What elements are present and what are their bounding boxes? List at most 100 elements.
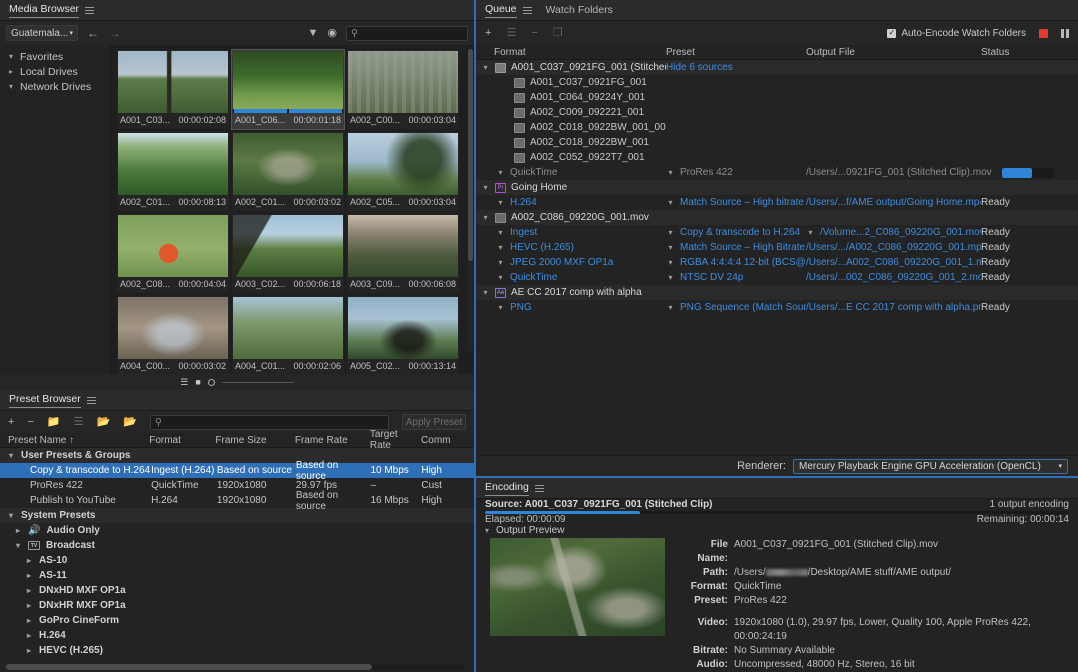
chevron-down-icon[interactable]: ▾	[666, 243, 675, 252]
queue-source-row[interactable]: A001_C064_09224Y_001	[476, 90, 1078, 105]
preset-group-system[interactable]: ▾ System Presets	[0, 508, 474, 523]
output-format[interactable]: H.264	[510, 197, 537, 208]
queue-group-row[interactable]: ▾ Pr Going Home	[476, 180, 1078, 195]
media-thumbnail[interactable]: A002_C01... 00:00:03:02	[232, 132, 344, 211]
media-thumbnail[interactable]: A002_C05... 00:00:03:04	[347, 132, 459, 211]
chevron-down-icon[interactable]: ▾	[483, 526, 491, 535]
panel-menu-icon[interactable]	[535, 483, 544, 494]
queue-list[interactable]: ▾ A001_C037_0921FG_001 (Stitched Clip) H…	[476, 60, 1078, 455]
output-file-path[interactable]: /Users/...002_C086_09220G_001_2.mov	[806, 272, 981, 283]
media-thumbnail-selected[interactable]: A001_C06... 00:00:01:18	[232, 50, 344, 129]
chevron-down-icon[interactable]: ▾	[496, 168, 505, 177]
output-preset[interactable]: Match Source – High Bitrate	[680, 242, 805, 253]
queue-output-row[interactable]: ▾ JPEG 2000 MXF OP1a ▾ RGBA 4:4:4:4 12-b…	[476, 255, 1078, 270]
preset-category-broadcast[interactable]: ▾ TV Broadcast	[0, 538, 474, 553]
preset-row[interactable]: ProRes 422 QuickTime 1920x1080 29.97 fps…	[0, 478, 474, 493]
column-format[interactable]: Format	[476, 47, 666, 58]
preset-category-h264[interactable]: ▸ H.264	[0, 628, 474, 643]
output-file-path[interactable]: /Users/...f/AME output/Going Home.mp4	[806, 197, 981, 208]
thumbnail-scrubber[interactable]	[233, 109, 343, 113]
queue-output-row[interactable]: ▾ Ingest ▾ Copy & transcode to H.264 ▾ /…	[476, 225, 1078, 240]
queue-source-row[interactable]: A002_C052_0922T7_001	[476, 150, 1078, 165]
output-preset[interactable]: Match Source – High bitrate	[680, 197, 804, 208]
column-preset-name[interactable]: Preset Name ↑	[0, 435, 149, 446]
preset-list-horizontal-scrollbar[interactable]	[6, 664, 464, 670]
output-format[interactable]: Ingest	[510, 227, 537, 238]
chevron-down-icon[interactable]: ▾	[7, 52, 15, 61]
chevron-right-icon[interactable]: ▸	[7, 67, 15, 76]
list-view-icon[interactable]: ☰	[180, 377, 188, 388]
apply-preset-button[interactable]: Apply Preset	[402, 414, 466, 430]
column-status[interactable]: Status	[981, 47, 1076, 58]
renderer-dropdown[interactable]: Mercury Playback Engine GPU Acceleration…	[793, 459, 1068, 474]
output-format[interactable]: QuickTime	[510, 272, 557, 283]
output-file-path[interactable]: /Users/...0921FG_001 (Stitched Clip).mov	[806, 167, 1002, 178]
chevron-down-icon[interactable]: ▾	[481, 288, 490, 297]
preset-category-as10[interactable]: ▸ AS-10	[0, 553, 474, 568]
output-format[interactable]: PNG	[510, 302, 532, 313]
preset-category-as11[interactable]: ▸ AS-11	[0, 568, 474, 583]
preset-group-user[interactable]: ▾ User Presets & Groups	[0, 448, 474, 463]
preset-row[interactable]: Copy & transcode to H.264 Ingest (H.264)…	[0, 463, 474, 478]
chevron-down-icon[interactable]: ▾	[7, 82, 15, 91]
media-thumbnail[interactable]: A002_C08... 00:00:04:04	[117, 214, 229, 293]
chevron-right-icon[interactable]: ▸	[14, 526, 22, 535]
pause-button[interactable]	[1061, 29, 1069, 38]
forward-arrow-icon[interactable]: →	[108, 27, 122, 39]
queue-output-row[interactable]: ▾ HEVC (H.265) ▾ Match Source – High Bit…	[476, 240, 1078, 255]
output-preset[interactable]: RGBA 4:4:4:4 12-bit (BCS@L5)	[680, 257, 806, 268]
preset-category-gopro[interactable]: ▸ GoPro CineForm	[0, 613, 474, 628]
tab-watch-folders[interactable]: Watch Folders	[546, 0, 613, 21]
queue-output-row-encoding[interactable]: ▾ QuickTime ▾ ProRes 422 /Users/...0921F…	[476, 165, 1078, 180]
column-comment[interactable]: Comm	[421, 435, 474, 446]
preset-category-dnxhd[interactable]: ▸ DNxHD MXF OP1a	[0, 583, 474, 598]
media-search-input[interactable]: ⚲	[346, 26, 468, 41]
queue-output-row[interactable]: ▾ QuickTime ▾ NTSC DV 24p /Users/...002_…	[476, 270, 1078, 285]
output-preview-header[interactable]: ▾ Output Preview	[476, 525, 1078, 536]
chevron-down-icon[interactable]: ▾	[806, 228, 815, 237]
queue-source-row[interactable]: A002_C009_092221_001	[476, 105, 1078, 120]
output-format[interactable]: HEVC (H.265)	[510, 242, 574, 253]
chevron-down-icon[interactable]: ▾	[496, 273, 505, 282]
media-thumbnail-grid[interactable]: A001_C03... 00:00:02:08 A001_C06...	[110, 45, 474, 374]
media-grid-scrollbar[interactable]	[468, 49, 473, 352]
delete-preset-icon[interactable]: −	[27, 417, 33, 428]
new-folder-icon[interactable]: 📁	[47, 417, 61, 428]
column-frame-size[interactable]: Frame Size	[215, 435, 294, 446]
new-preset-icon[interactable]: +	[8, 417, 14, 428]
preset-list[interactable]: ▾ User Presets & Groups Copy & transcode…	[0, 448, 474, 672]
tab-media-browser[interactable]: Media Browser	[9, 0, 94, 21]
chevron-down-icon[interactable]: ▾	[481, 63, 490, 72]
auto-encode-watch-folders-checkbox[interactable]: ✓ Auto-Encode Watch Folders	[887, 28, 1026, 39]
chevron-down-icon[interactable]: ▾	[7, 451, 15, 460]
media-thumbnail[interactable]: A003_C09... 00:00:06:08	[347, 214, 459, 293]
chevron-down-icon[interactable]: ▾	[481, 213, 490, 222]
tree-item-favorites[interactable]: ▾ Favorites	[0, 49, 110, 64]
output-preset[interactable]: NTSC DV 24p	[680, 272, 743, 283]
preset-settings-icon[interactable]: ☰	[74, 417, 84, 428]
chevron-down-icon[interactable]: ▾	[666, 228, 675, 237]
hide-sources-link[interactable]: Hide 6 sources	[666, 62, 786, 73]
column-format[interactable]: Format	[149, 435, 215, 446]
preset-category-hevc[interactable]: ▸ HEVC (H.265)	[0, 643, 474, 658]
preset-category-audio-only[interactable]: ▸ 🔊 Audio Only	[0, 523, 474, 538]
queue-group-row[interactable]: ▾ A002_C086_09220G_001.mov	[476, 210, 1078, 225]
preset-row[interactable]: Publish to YouTube H.264 1920x1080 Based…	[0, 493, 474, 508]
output-preset[interactable]: PNG Sequence (Match Source)	[680, 302, 806, 313]
media-thumbnail[interactable]: A003_C02... 00:00:06:18	[232, 214, 344, 293]
tab-encoding[interactable]: Encoding	[485, 478, 544, 499]
tree-item-local-drives[interactable]: ▸ Local Drives	[0, 64, 110, 79]
import-preset-icon[interactable]: 📂	[96, 417, 110, 428]
zoom-slider-track[interactable]	[222, 382, 294, 383]
chevron-down-icon[interactable]: ▾	[481, 183, 490, 192]
chevron-right-icon[interactable]: ▸	[25, 601, 33, 610]
chevron-down-icon[interactable]: ▾	[496, 258, 505, 267]
chevron-right-icon[interactable]: ▸	[25, 616, 33, 625]
output-file-path[interactable]: /Volume...2_C086_09220G_001.mov	[820, 227, 981, 238]
copy-icon[interactable]: ❐	[553, 28, 563, 39]
chevron-down-icon[interactable]: ▾	[666, 198, 675, 207]
output-file-path[interactable]: /Users/...A002_C086_09220G_001_1.mxf	[806, 257, 981, 268]
panel-menu-icon[interactable]	[523, 5, 532, 16]
chevron-right-icon[interactable]: ▸	[25, 646, 33, 655]
filter-icon[interactable]: ▼	[308, 28, 319, 39]
